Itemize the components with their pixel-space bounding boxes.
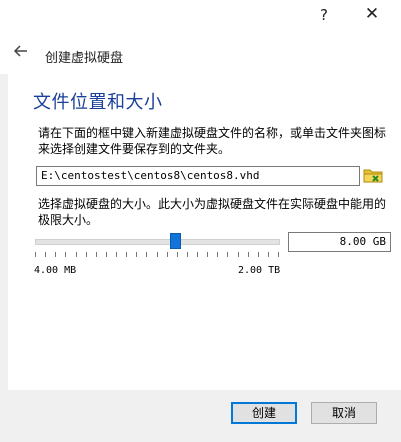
wizard-title: 创建虚拟硬盘: [45, 51, 124, 66]
size-description: 选择虚拟硬盘的大小。此大小为虚拟硬盘文件在实际硬盘中能用的极限大小。: [38, 197, 387, 227]
size-min-label: 4.00 MB: [34, 265, 77, 276]
slider-tick: [126, 252, 128, 257]
slider-tick: [217, 252, 219, 257]
wizard-footer: 创建 取消: [0, 390, 401, 442]
slider-tick: [227, 252, 229, 257]
slider-tick: [247, 252, 249, 257]
slider-tick: [156, 252, 158, 257]
size-value-input[interactable]: 8.00 GB: [288, 232, 391, 252]
slider-tick: [95, 252, 97, 257]
slider-tick: [186, 252, 188, 257]
slider-tick: [176, 252, 178, 257]
slider-tick: [75, 252, 77, 257]
slider-tick: [45, 252, 47, 257]
slider-tick: [197, 252, 198, 257]
slider-tick: [105, 252, 107, 257]
size-slider-handle[interactable]: [170, 233, 182, 249]
close-button[interactable]: ✕: [363, 4, 381, 24]
slider-tick: [257, 252, 259, 257]
slider-tick: [116, 252, 117, 257]
create-button[interactable]: 创建: [231, 402, 297, 424]
slider-ticks: [35, 252, 279, 260]
arrow-left-icon[interactable]: [13, 43, 29, 59]
slider-tick: [65, 252, 67, 257]
slider-tick: [146, 252, 148, 257]
window-titlebar: ? ✕: [0, 0, 401, 34]
slider-tick: [35, 252, 36, 257]
slider-tick: [278, 252, 279, 257]
section-title: 文件位置和大小: [33, 92, 163, 113]
size-slider[interactable]: [35, 239, 280, 245]
slider-tick: [237, 252, 239, 257]
slider-tick: [166, 252, 168, 257]
help-button[interactable]: ?: [317, 6, 331, 24]
folder-browse-icon[interactable]: [363, 165, 383, 185]
slider-tick: [207, 252, 209, 257]
wizard-content: 文件位置和大小 请在下面的框中键入新建虚拟硬盘文件的名称，或单击文件夹图标来选择…: [8, 74, 401, 390]
wizard-header: 创建虚拟硬盘: [0, 34, 401, 74]
location-description: 请在下面的框中键入新建虚拟硬盘文件的名称，或单击文件夹图标来选择创建文件要保存到…: [38, 126, 387, 156]
size-max-label: 2.00 TB: [238, 265, 281, 276]
cancel-button[interactable]: 取消: [311, 402, 377, 424]
slider-tick: [136, 252, 138, 257]
slider-tick: [267, 252, 269, 257]
file-path-input[interactable]: E:\centostest\centos8\centos8.vhd: [36, 166, 360, 186]
slider-tick: [85, 252, 87, 257]
slider-tick: [55, 252, 57, 257]
